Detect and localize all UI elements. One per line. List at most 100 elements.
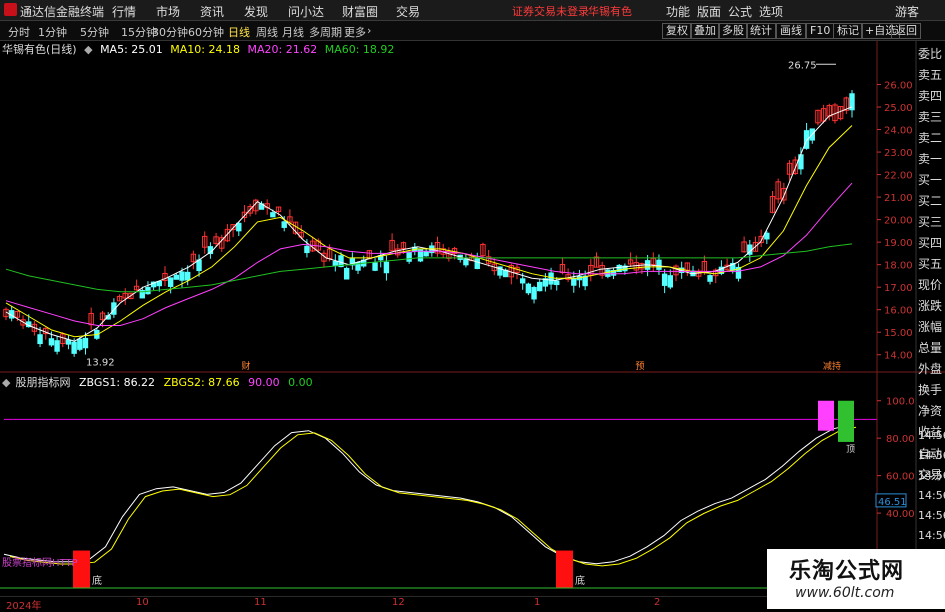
candle-body (537, 281, 543, 292)
event-marker-2: 减持 (823, 360, 841, 372)
zbgs1-label: ZBGS1: 86.22 (78, 376, 156, 389)
ma20-label: MA20: 21.62 (247, 43, 318, 56)
candle-body (372, 262, 378, 271)
price-tick-label: 14.00 (884, 351, 913, 362)
side-panel-item[interactable]: 卖三 (918, 108, 942, 125)
candle-body (383, 261, 390, 274)
indicator-tick-label: 60.00 (886, 472, 915, 483)
candle-body (661, 273, 668, 286)
candle-body (656, 259, 662, 270)
time-label: 14:56 (918, 529, 945, 542)
zbgs2-label: ZBGS2: 87.66 (163, 376, 240, 389)
watermark-url: www.60lt.com (795, 585, 895, 601)
candlestick-chart[interactable]: 26.0025.0024.0023.0022.0021.0020.0019.00… (0, 0, 945, 609)
top-signal-bar (818, 400, 834, 431)
price-tick-label: 16.00 (884, 306, 913, 317)
candle-body (54, 340, 60, 352)
site-watermark: 乐淘公式网 www.60lt.com (767, 549, 945, 609)
price-tick-label: 25.00 (884, 103, 913, 114)
ma10-line (5, 125, 853, 338)
high-price-label: 26.75 (788, 60, 817, 71)
side-panel-item[interactable]: 卖二 (918, 129, 942, 146)
ma5-line (5, 106, 853, 342)
candle-body (184, 271, 191, 281)
time-label: 14:56 (918, 509, 945, 522)
bottom-signal-bar (556, 550, 573, 588)
top-label: 顶 (846, 444, 855, 455)
indicator-tick-label: 40.00 (886, 509, 915, 520)
price-tick-label: 23.00 (884, 148, 913, 159)
stock-period-label: 华锡有色(日线) (2, 43, 77, 56)
candle-body (548, 272, 554, 285)
price-tick-label: 17.00 (884, 283, 913, 294)
candle-body (179, 271, 185, 281)
candle-body (304, 245, 310, 254)
candle-body (582, 275, 588, 287)
current-value-label: 46.51 (878, 497, 907, 508)
date-label: 1 (534, 597, 541, 608)
indicator-name: 股朋指标网 (15, 376, 71, 389)
side-panel-item[interactable]: 买一 (918, 171, 942, 188)
side-panel-item[interactable]: 现价 (918, 276, 942, 293)
candle-body (605, 269, 611, 277)
side-panel-item[interactable]: 外盘 (918, 360, 942, 377)
date-label: 12 (392, 597, 405, 608)
candle-body (270, 212, 276, 218)
side-panel-item[interactable]: 卖一 (918, 150, 942, 167)
candle-body (71, 341, 77, 354)
price-tick-label: 19.00 (884, 238, 913, 249)
event-marker-0: 财 (241, 360, 250, 372)
date-label: 11 (254, 597, 267, 608)
indicator-watermark-text: 股票指标网HTTP (2, 556, 78, 569)
top-signal-bar (838, 400, 854, 442)
price-tick-label: 24.00 (884, 126, 913, 137)
candle-body (173, 274, 180, 280)
candle-body (281, 221, 287, 228)
indicator-v1: 90.00 (248, 376, 280, 389)
indicator-toggle-icon[interactable]: ◆ (2, 376, 10, 389)
side-panel-item[interactable]: 买二 (918, 192, 942, 209)
watermark-title: 乐淘公式网 (789, 559, 905, 584)
time-label: 14:56 (918, 449, 945, 462)
price-legend: 华锡有色(日线) ◆ MA5: 25.01 MA10: 24.18 MA20: … (2, 41, 398, 56)
price-tick-label: 20.00 (884, 216, 913, 227)
zbgs1-line (3, 424, 851, 565)
indicator-legend: ◆ 股朋指标网 ZBGS1: 86.22 ZBGS2: 87.66 90.00 0… (2, 374, 318, 390)
legend-toggle-icon[interactable]: ◆ (84, 43, 92, 56)
side-panel-item[interactable]: 换手 (918, 381, 942, 398)
side-panel-item[interactable]: 买五 (918, 255, 942, 272)
ma60-label: MA60: 18.92 (324, 43, 395, 56)
candle-body (531, 287, 537, 300)
side-panel-item[interactable]: 涨幅 (918, 318, 942, 335)
zbgs2-line (9, 426, 857, 567)
candle-body (77, 338, 83, 350)
candle-body (167, 277, 174, 287)
ma5-label: MA5: 25.01 (100, 43, 163, 56)
event-marker-1: 预 (635, 361, 644, 372)
price-tick-label: 18.00 (884, 261, 913, 272)
side-panel-item[interactable]: 净资 (918, 402, 942, 419)
side-panel-item[interactable]: 卖五 (918, 66, 942, 83)
candle-body (554, 280, 560, 286)
candle-body (525, 283, 532, 294)
time-label: 14:56 (918, 429, 945, 442)
candle-body (474, 258, 480, 270)
candle-body (236, 222, 242, 232)
low-price-label: 13.92 (86, 357, 115, 368)
time-label: 14:56 (918, 489, 945, 502)
candle-body (707, 275, 713, 282)
side-panel-item[interactable]: 买三 (918, 213, 942, 230)
side-panel-item[interactable]: 买四 (918, 234, 942, 251)
candle-body (764, 232, 770, 240)
candle-body (667, 275, 674, 288)
side-panel-item[interactable]: 委比 (918, 45, 942, 62)
side-panel-item[interactable]: 总量 (918, 339, 942, 356)
price-tick-label: 22.00 (884, 171, 913, 182)
date-label: 2024年 (6, 601, 42, 612)
candle-body (82, 337, 89, 349)
side-panel-item[interactable]: 涨跌 (918, 297, 942, 314)
indicator-tick-label: 100.0 (886, 397, 915, 408)
bottom-signal-bar (73, 550, 90, 588)
side-panel-item[interactable]: 卖四 (918, 87, 942, 104)
bottom-label: 底 (92, 574, 102, 587)
